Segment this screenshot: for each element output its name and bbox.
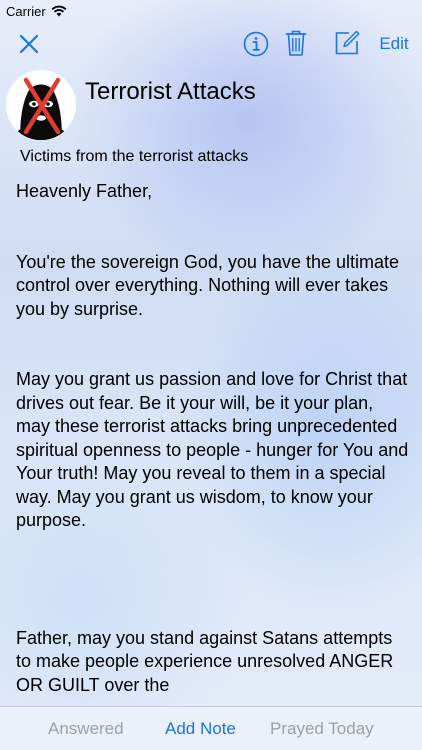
balaclava-icon <box>12 77 70 140</box>
close-icon <box>19 34 39 54</box>
info-icon <box>243 31 269 57</box>
prayer-paragraph: May you grant us passion and love for Ch… <box>16 369 409 530</box>
navigation-bar: Edit <box>0 22 422 66</box>
compose-button[interactable] <box>332 28 362 58</box>
prayer-title: Terrorist Attacks <box>85 78 256 105</box>
prayer-detail: Terrorist Attacks Victims from the terro… <box>0 66 422 706</box>
wifi-icon <box>51 5 67 17</box>
close-button[interactable] <box>14 30 44 58</box>
answered-button[interactable]: Answered <box>48 707 124 750</box>
prayer-paragraph: Heavenly Father, <box>16 181 153 201</box>
prayed-today-button[interactable]: Prayed Today <box>270 707 374 750</box>
prayer-body: Heavenly Father, You're the sovereign Go… <box>16 180 410 697</box>
prayer-subtitle: Victims from the terrorist attacks <box>20 148 249 165</box>
info-button[interactable] <box>242 30 270 58</box>
compose-icon <box>335 30 360 55</box>
prayer-paragraph: You're the sovereign God, you have the u… <box>16 251 400 319</box>
prayer-paragraph: Father, may you stand against Satans att… <box>16 627 394 695</box>
prayer-avatar <box>6 70 76 140</box>
trash-icon <box>285 30 307 56</box>
edit-button[interactable]: Edit <box>374 32 414 56</box>
bottom-toolbar: Answered Add Note Prayed Today <box>0 706 422 750</box>
add-note-button[interactable]: Add Note <box>165 707 236 750</box>
status-bar: Carrier <box>0 0 422 22</box>
delete-button[interactable] <box>282 28 310 58</box>
carrier-label: Carrier <box>6 3 46 19</box>
